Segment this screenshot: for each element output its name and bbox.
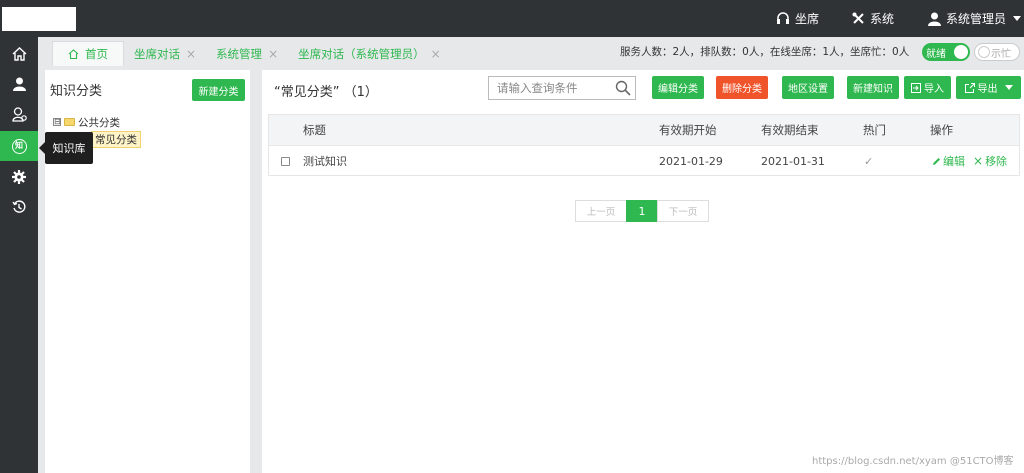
tab-label: 首页 [85, 47, 108, 61]
headset-icon [777, 12, 789, 24]
tree-node-public[interactable]: ⊟ 公共分类 [53, 114, 141, 130]
tab-label: 系统管理 [216, 47, 263, 61]
tab-label: 坐席对话（系统管理员） [298, 47, 425, 61]
table-header: 标题 有效期开始 有效期结束 热门 操作 [269, 115, 1019, 145]
rail-tooltip: 知识库 [39, 132, 93, 164]
close-icon[interactable]: × [431, 47, 441, 61]
import-button[interactable]: 导入 [904, 76, 951, 99]
top-bar: 坐席 系统 系统管理员 [0, 0, 1024, 37]
tab-system-management[interactable]: 系统管理 × [206, 42, 288, 66]
busy-toggle[interactable]: 示忙 [974, 43, 1020, 61]
rail-knowledge-base[interactable]: 知 [0, 131, 38, 161]
row-hot: ✓ [864, 154, 874, 168]
tree-node-label: 常见分类 [91, 130, 141, 148]
region-settings-button[interactable]: 地区设置 [782, 76, 834, 99]
column-hot: 热门 [863, 123, 886, 137]
home-icon [68, 49, 79, 59]
system-label: 系统 [870, 12, 895, 26]
row-start-date: 2021-01-29 [659, 154, 723, 168]
tab-seat-chat-admin[interactable]: 坐席对话（系统管理员） × [288, 42, 451, 66]
new-category-button[interactable]: 新建分类 [192, 79, 245, 101]
tree-node-label: 公共分类 [78, 116, 120, 129]
tab-seat-chat[interactable]: 坐席对话 × [124, 42, 206, 66]
search-input[interactable]: 请输入查询条件 [488, 76, 636, 100]
ready-toggle[interactable]: 就绪 [922, 43, 970, 61]
row-checkbox[interactable] [281, 146, 290, 176]
column-title: 标题 [303, 123, 326, 137]
edit-link[interactable]: 编辑 [932, 146, 965, 176]
import-icon [911, 82, 921, 93]
rail-agent[interactable] [0, 69, 38, 99]
toggle-knob [954, 45, 968, 59]
collapse-icon[interactable]: ⊟ [53, 118, 61, 126]
remove-link[interactable]: × 移除 [973, 146, 1007, 176]
export-label: 导出 [977, 84, 998, 95]
watermark: https://blog.csdn.net/xyam @51CTO博客 [812, 456, 1014, 467]
search-icon[interactable] [615, 80, 631, 96]
logo [2, 7, 76, 31]
tab-label: 坐席对话 [134, 47, 180, 61]
rail-settings[interactable] [0, 162, 38, 192]
checkbox-icon [281, 156, 290, 166]
person-icon [12, 77, 26, 91]
user-menu[interactable]: 系统管理员 [928, 0, 1022, 37]
user-icon [928, 12, 941, 26]
category-heading: “常见分类” （1） [274, 85, 378, 100]
remove-label: 移除 [985, 155, 1008, 168]
new-knowledge-button[interactable]: 新建知识 [847, 76, 899, 99]
folder-icon [64, 118, 75, 126]
export-button[interactable]: 导出 [956, 76, 1021, 99]
icon-rail: 知 [0, 37, 38, 473]
home-icon [12, 47, 26, 61]
knowledge-panel: “常见分类” （1） 请输入查询条件 编辑分类 删除分类 地区设置 新建知识 导… [262, 70, 1024, 473]
tools-icon [852, 12, 864, 24]
tab-bar: 首页 坐席对话 × 系统管理 × 坐席对话（系统管理员） × [52, 41, 451, 66]
rail-home[interactable] [0, 39, 38, 69]
edit-label: 编辑 [943, 155, 965, 168]
user-name: 系统管理员 [946, 12, 1007, 26]
remove-icon: × [973, 154, 984, 168]
rail-customer[interactable] [0, 99, 38, 129]
page-number-current[interactable]: 1 [626, 200, 658, 222]
row-end-date: 2021-01-31 [761, 154, 825, 168]
chevron-down-icon [1004, 85, 1013, 90]
service-status: 服务人数：2人，排队数：0人，在线坐席：1人，坐席忙：0人 [620, 46, 910, 58]
knowledge-table: 标题 有效期开始 有效期结束 热门 操作 测试知识 2021-01-29 202… [268, 114, 1020, 176]
column-start: 有效期开始 [659, 123, 717, 137]
rail-history[interactable] [0, 192, 38, 222]
system-menu[interactable]: 系统 [852, 0, 894, 37]
prev-page-button[interactable]: 上一页 [575, 200, 627, 222]
column-end: 有效期结束 [761, 123, 819, 137]
toggle-knob [978, 46, 990, 58]
close-icon[interactable]: × [268, 47, 278, 61]
panel-title: 知识分类 [50, 84, 103, 99]
export-icon [964, 82, 975, 93]
pencil-icon [933, 157, 940, 165]
close-icon[interactable]: × [186, 47, 196, 61]
row-title: 测试知识 [303, 155, 347, 168]
busy-toggle-label: 示忙 [991, 48, 1011, 60]
seat-menu[interactable]: 坐席 [776, 0, 819, 37]
next-page-button[interactable]: 下一页 [657, 200, 709, 222]
seat-label: 坐席 [795, 12, 820, 26]
delete-category-button[interactable]: 删除分类 [716, 76, 768, 99]
edit-category-button[interactable]: 编辑分类 [652, 76, 704, 99]
history-icon [12, 200, 26, 213]
import-label: 导入 [924, 84, 944, 95]
column-actions: 操作 [930, 123, 953, 137]
customer-icon [11, 106, 27, 122]
search-placeholder: 请输入查询条件 [497, 81, 578, 95]
ready-toggle-label: 就绪 [926, 48, 946, 60]
tab-home[interactable]: 首页 [52, 41, 124, 66]
chevron-down-icon [1013, 16, 1022, 21]
gear-icon [12, 170, 26, 184]
pagination: 上一页 1 下一页 [575, 200, 709, 222]
knowledge-icon: 知 [11, 138, 27, 154]
table-row: 测试知识 2021-01-29 2021-01-31 ✓ 编辑 × 移除 [269, 145, 1019, 175]
category-panel: 知识分类 新建分类 ⊟ 公共分类 常见分类 [45, 70, 250, 473]
